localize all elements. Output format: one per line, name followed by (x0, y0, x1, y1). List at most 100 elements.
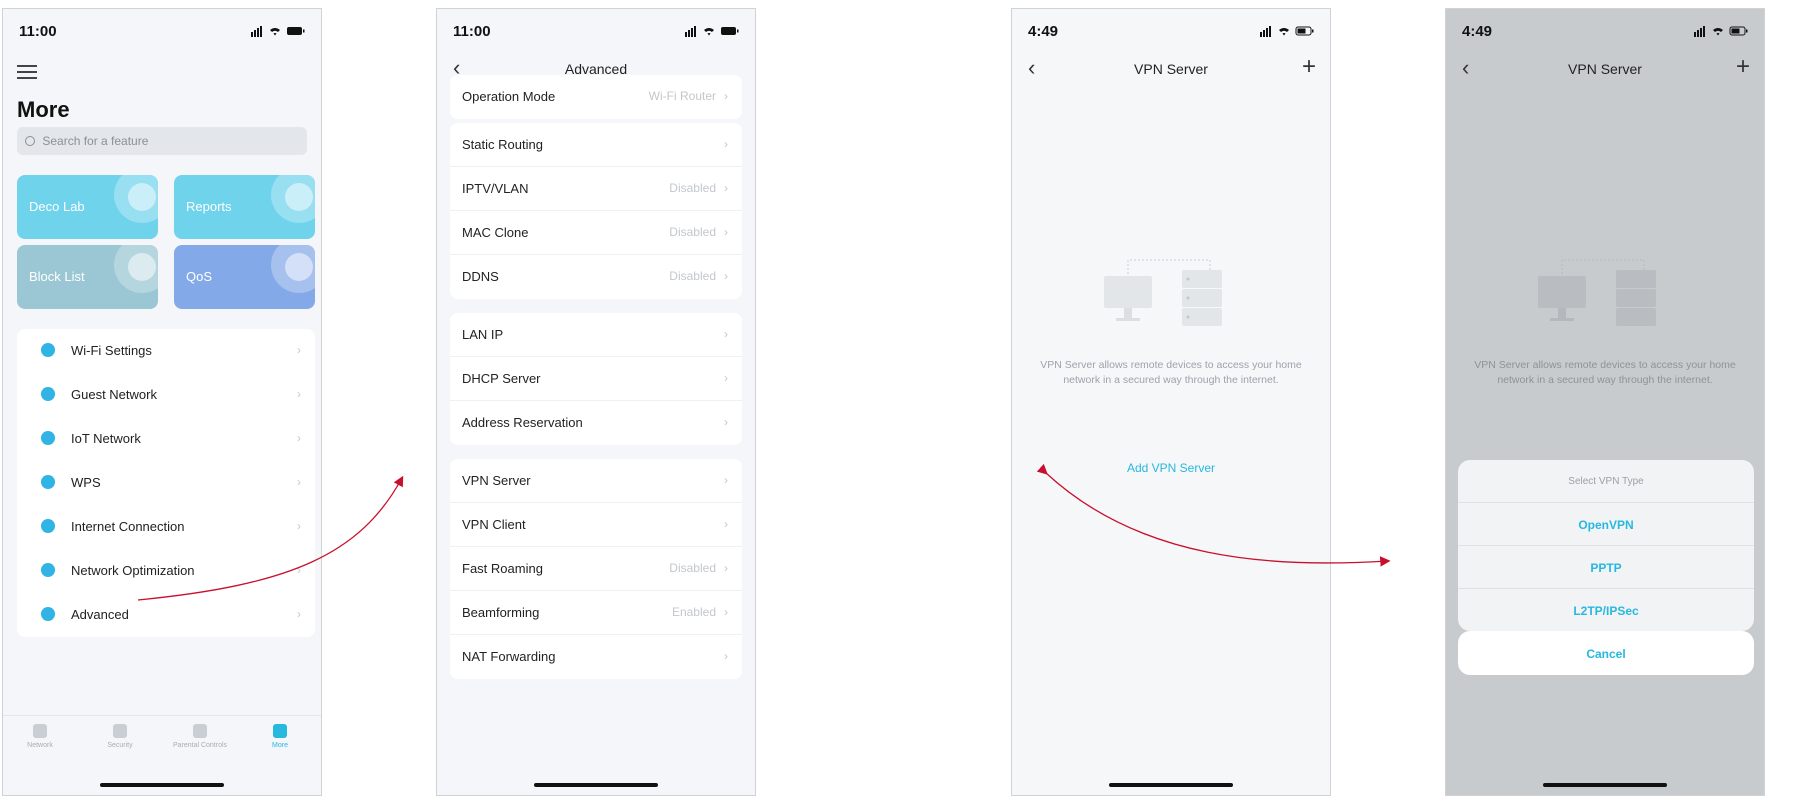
tile-icon-badge (285, 253, 313, 281)
list-item-address-reservation[interactable]: Address Reservation › (450, 401, 742, 445)
users-icon (41, 387, 55, 401)
status-time: 11:00 (19, 23, 57, 40)
menu-item-wps[interactable]: WPS › (17, 461, 315, 505)
menu-item-advanced[interactable]: Advanced › (17, 593, 315, 637)
menu-item-label: WPS (71, 475, 101, 490)
menu-item-label: IoT Network (71, 431, 141, 446)
row-label: Address Reservation (462, 415, 583, 430)
sheet-title: Select VPN Type (1568, 476, 1644, 487)
tile-icon-badge (128, 183, 156, 211)
row-value: Wi-Fi Router (648, 89, 716, 103)
tile-label: Reports (186, 199, 232, 214)
row-value: Disabled (669, 181, 716, 195)
tab-icon (33, 724, 47, 738)
page-title: VPN Server (1134, 61, 1208, 77)
operation-mode-group: Operation Mode Wi-Fi Router › (450, 75, 742, 119)
add-icon[interactable]: + (1736, 53, 1750, 81)
menu-item-network-optimization[interactable]: Network Optimization › (17, 549, 315, 593)
status-bar: 11:00 (437, 23, 755, 45)
list-item-mac-clone[interactable]: MAC Clone Disabled › (450, 211, 742, 255)
menu-item-label: Internet Connection (71, 519, 185, 534)
row-label: VPN Server (462, 473, 531, 488)
row-value: Enabled (671, 605, 716, 619)
list-item-fast-roaming[interactable]: Fast Roaming Disabled › (450, 547, 742, 591)
cancel-button[interactable]: Cancel (1458, 631, 1754, 675)
tile-deco-lab[interactable]: Deco Lab (17, 175, 158, 239)
menu-icon[interactable] (17, 65, 37, 79)
vpn-illustration (1104, 259, 1222, 326)
tab-network[interactable]: Network (5, 724, 75, 749)
menu-item-label: Wi-Fi Settings (71, 343, 152, 358)
list-item-beamforming[interactable]: Beamforming Enabled › (450, 591, 742, 635)
row-label: Static Routing (462, 137, 543, 152)
menu-item-wi-fi-settings[interactable]: Wi-Fi Settings › (17, 329, 315, 373)
phone-screen-more: 11:00 More Search for a feature Deco Lab… (2, 8, 322, 796)
chevron-right-icon: › (724, 371, 728, 385)
list-item-vpn-server[interactable]: VPN Server › (450, 459, 742, 503)
chevron-right-icon: › (724, 605, 728, 619)
list-item-dhcp-server[interactable]: DHCP Server › (450, 357, 742, 401)
add-icon[interactable]: + (1302, 53, 1316, 81)
chevron-right-icon: › (724, 137, 728, 151)
menu-item-internet-connection[interactable]: Internet Connection › (17, 505, 315, 549)
chevron-right-icon: › (724, 561, 728, 575)
routing-group: Static Routing › IPTV/VLAN Disabled › MAC Clo… (450, 123, 742, 299)
menu-item-guest-network[interactable]: Guest Network › (17, 373, 315, 417)
list-item-lan-ip[interactable]: LAN IP › (450, 313, 742, 357)
tile-label: Deco Lab (29, 199, 85, 214)
tile-icon-badge (285, 183, 313, 211)
search-placeholder: Search for a feature (42, 134, 149, 148)
tab-parental-controls[interactable]: Parental Controls (165, 724, 235, 749)
tab-more[interactable]: More (245, 724, 315, 749)
row-label: DHCP Server (462, 371, 541, 386)
tab-label: Security (107, 742, 133, 749)
option-l2tp-ipsec[interactable]: L2TP/IPSec (1458, 588, 1754, 631)
chevron-right-icon: › (297, 343, 301, 357)
chevron-right-icon: › (724, 269, 728, 283)
tab-label: More (272, 742, 288, 749)
chevron-right-icon: › (297, 607, 301, 621)
menu-item-iot-network[interactable]: IoT Network › (17, 417, 315, 461)
option-openvpn[interactable]: OpenVPN (1458, 502, 1754, 545)
vpn-illustration (1538, 259, 1656, 326)
tab-security[interactable]: Security (85, 724, 155, 749)
tile-qos[interactable]: QoS (174, 245, 315, 309)
chevron-right-icon: › (724, 473, 728, 487)
list-item-static-routing[interactable]: Static Routing › (450, 123, 742, 167)
list-item[interactable]: Operation Mode Wi-Fi Router › (450, 75, 742, 119)
row-value: Disabled (669, 269, 716, 283)
row-label: Fast Roaming (462, 561, 543, 576)
list-item-vpn-client[interactable]: VPN Client › (450, 503, 742, 547)
list-item-iptv-vlan[interactable]: IPTV/VLAN Disabled › (450, 167, 742, 211)
lan-group: LAN IP › DHCP Server › Address Reservation › (450, 313, 742, 445)
menu-item-label: Advanced (71, 607, 129, 622)
chevron-right-icon: › (297, 519, 301, 533)
chevron-right-icon: › (297, 475, 301, 489)
list-item-ddns[interactable]: DDNS Disabled › (450, 255, 742, 299)
vpn-group: VPN Server › VPN Client › Fast Roaming Disabl… (450, 459, 742, 679)
row-label: NAT Forwarding (462, 649, 556, 664)
phone-screen-vpn-type-sheet: 4:49 ‹ VPN Server + VPN Server allows re… (1445, 8, 1765, 796)
chevron-right-icon: › (724, 225, 728, 239)
wifi-icon (41, 343, 55, 357)
list-item-nat-forwarding[interactable]: NAT Forwarding › (450, 635, 742, 679)
search-input[interactable]: Search for a feature (17, 127, 307, 155)
tile-label: QoS (186, 269, 213, 284)
tab-label: Parental Controls (172, 742, 228, 749)
tile-icon-badge (128, 253, 156, 281)
status-icons (251, 26, 305, 37)
chevron-right-icon: › (724, 181, 728, 195)
settings-list: Wi-Fi Settings › Guest Network › IoT Network… (17, 329, 315, 637)
add-vpn-server-link[interactable]: Add VPN Server (1012, 461, 1330, 475)
globe-icon (41, 519, 55, 533)
page-title: VPN Server (1568, 61, 1642, 77)
home-indicator (534, 783, 658, 787)
search-icon (25, 136, 35, 146)
chevron-right-icon: › (724, 89, 728, 103)
gear-icon (41, 607, 55, 621)
status-time: 4:49 (1462, 23, 1493, 40)
tile-block-list[interactable]: Block List (17, 245, 158, 309)
tile-reports[interactable]: Reports (174, 175, 315, 239)
option-pptp[interactable]: PPTP (1458, 545, 1754, 588)
tab-label: Network (27, 742, 53, 749)
